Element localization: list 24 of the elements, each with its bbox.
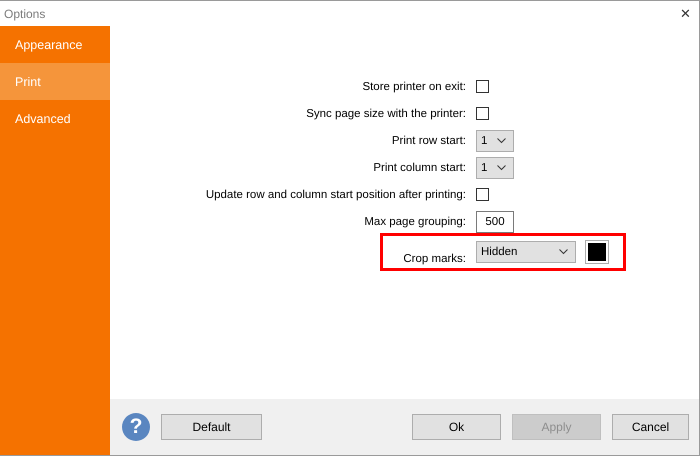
dropdown[interactable]: 1 [476,130,514,152]
chevron-icon [559,248,568,254]
checkbox[interactable] [476,80,489,93]
dropdown[interactable]: 1 [476,156,514,178]
dialog-button[interactable]: Default [161,414,262,440]
field-label: Update row and column start position after printing: [206,188,466,200]
number-field[interactable]: 500 [476,210,514,232]
chevron-icon [497,164,506,170]
field-label: Store printer on exit: [362,80,466,92]
dialog-button[interactable]: Cancel [612,414,689,440]
window-title: Options [4,6,46,20]
close-button[interactable]: ✕ [680,6,691,21]
checkbox[interactable] [476,107,489,120]
help-button[interactable]: ? [122,413,150,441]
color-swatch[interactable] [586,240,608,262]
dropdown[interactable]: Hidden [476,240,576,262]
field-label: Print row start: [392,134,466,146]
checkbox[interactable] [476,188,489,201]
field-label: Max page grouping: [364,216,466,228]
field-label: Print column start: [373,162,466,174]
field-label: Sync page size with the printer: [306,108,466,120]
dialog-button[interactable]: Ok [412,414,501,440]
chevron-icon [497,138,506,144]
field-label: Crop marks: [403,253,466,265]
